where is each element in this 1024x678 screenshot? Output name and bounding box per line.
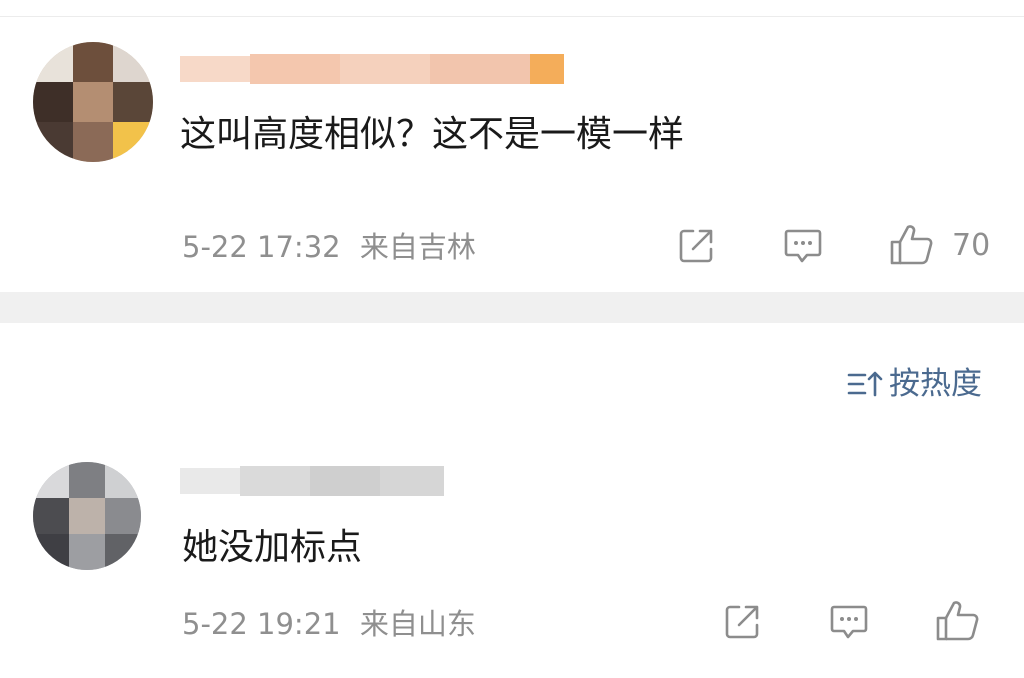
sort-toggle[interactable]: 按热度	[847, 364, 982, 404]
username-blurred[interactable]	[180, 48, 564, 88]
sort-icon	[847, 371, 883, 397]
thumbs-up-icon[interactable]	[935, 600, 981, 642]
comment-location: 来自吉林	[359, 230, 476, 264]
comment-location: 来自山东	[359, 607, 476, 641]
share-icon[interactable]	[723, 603, 761, 641]
section-divider	[0, 292, 1024, 323]
comment-time: 5-22 19:21	[182, 607, 341, 641]
comment-icon[interactable]	[783, 228, 823, 266]
thumbs-up-icon[interactable]	[889, 224, 935, 266]
comment-text: 她没加标点	[182, 527, 363, 568]
share-icon[interactable]	[677, 227, 715, 265]
like-count: 70	[952, 228, 991, 263]
username-blurred[interactable]	[180, 462, 444, 500]
comment-icon[interactable]	[829, 604, 869, 642]
sort-label: 按热度	[889, 366, 982, 402]
comment-text: 这叫高度相似？这不是一模一样	[180, 114, 685, 155]
comment-meta: 5-22 19:21 来自山东	[182, 608, 476, 640]
comment-meta: 5-22 17:32 来自吉林	[182, 231, 476, 263]
comment-time: 5-22 17:32	[182, 230, 341, 264]
avatar[interactable]	[33, 462, 141, 570]
avatar[interactable]	[33, 42, 153, 162]
top-divider	[0, 16, 1024, 17]
